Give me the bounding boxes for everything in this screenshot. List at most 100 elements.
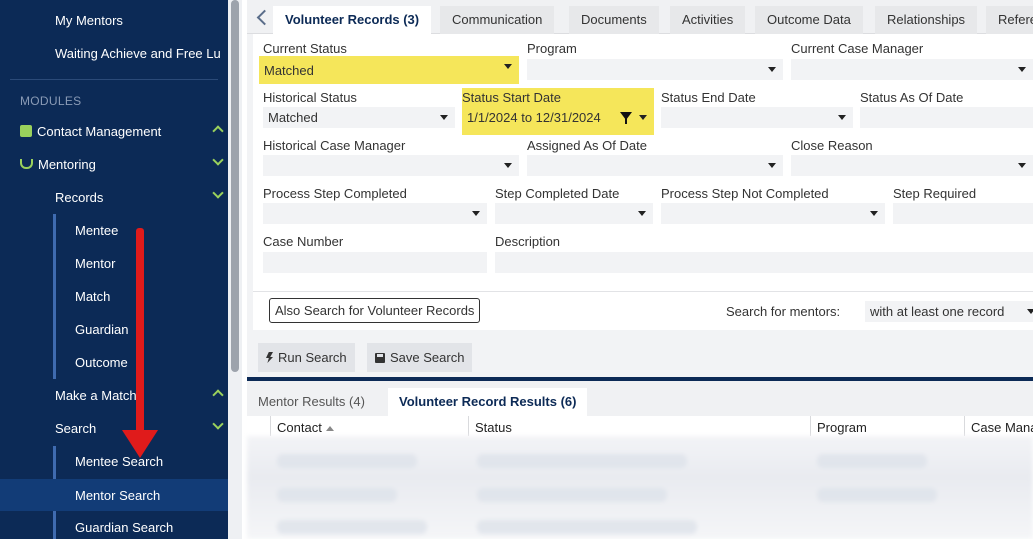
sidebar-item-label: Match <box>75 288 111 304</box>
sidebar-item-search[interactable]: Search <box>0 413 228 443</box>
description-input[interactable] <box>495 252 1033 273</box>
sidebar-item-mentee[interactable]: Mentee <box>0 215 228 245</box>
sidebar-divider <box>10 79 218 80</box>
case-number-label: Case Number <box>263 234 344 249</box>
tab-activities[interactable]: Activities <box>670 6 746 34</box>
status-start-date-label: Status Start Date <box>462 90 561 105</box>
column-header-program[interactable]: Program <box>810 416 964 436</box>
result-tabs: Mentor Results (4) Volunteer Record Resu… <box>247 381 1033 416</box>
sidebar-item-label: Contact Management <box>37 123 162 139</box>
historical-case-manager-label: Historical Case Manager <box>263 138 406 153</box>
sidebar-item-label: Guardian Search <box>75 519 174 535</box>
sidebar-item-records[interactable]: Records <box>0 182 228 212</box>
process-step-not-completed-select[interactable] <box>661 203 885 224</box>
search-for-mentors-select[interactable]: with at least one record <box>865 301 1033 322</box>
tab-communication[interactable]: Communication <box>440 6 555 34</box>
sidebar-item-mentor-search[interactable]: Mentor Search <box>0 479 228 511</box>
table-row <box>277 454 417 468</box>
sort-ascending-icon <box>325 426 334 432</box>
record-tabs: Volunteer Records (3) Communication Docu… <box>247 0 1033 34</box>
bolt-icon <box>266 352 273 363</box>
close-reason-select[interactable] <box>791 155 1033 176</box>
sidebar-item-label: Mentoring <box>38 156 96 172</box>
save-search-label: Save Search <box>390 350 465 365</box>
status-start-date-filter[interactable]: 1/1/2024 to 12/31/2024 <box>462 107 654 128</box>
sidebar: My Mentors Waiting Achieve and Free Lu M… <box>0 0 228 539</box>
run-search-button[interactable]: Run Search <box>258 343 355 372</box>
tab-mentor-results[interactable]: Mentor Results (4) <box>247 388 376 416</box>
process-step-completed-select[interactable] <box>263 203 487 224</box>
program-select[interactable] <box>527 59 783 80</box>
status-as-of-date-label: Status As Of Date <box>860 90 964 105</box>
tab-documents[interactable]: Documents <box>569 6 659 34</box>
historical-status-select[interactable]: Matched <box>263 107 455 128</box>
sidebar-item-outcome[interactable]: Outcome <box>0 347 228 377</box>
save-search-button[interactable]: Save Search <box>367 343 473 372</box>
table-row <box>277 488 397 502</box>
step-required-input[interactable] <box>893 203 1033 224</box>
sidebar-item-label: Guardian <box>75 321 129 337</box>
column-header-label: Program <box>817 420 867 435</box>
assigned-as-of-date-label: Assigned As Of Date <box>527 138 647 153</box>
column-header-case-manager[interactable]: Case Mana <box>964 416 1033 436</box>
chevron-up-icon <box>212 125 224 137</box>
current-status-label: Current Status <box>263 41 347 56</box>
sidebar-item-guardian[interactable]: Guardian <box>0 314 228 344</box>
historical-status-value: Matched <box>268 110 318 125</box>
annotation-arrow-head <box>122 430 158 458</box>
floppy-disk-icon <box>375 352 385 363</box>
column-header-contact[interactable]: Contact <box>270 416 468 436</box>
blurred-results-rows <box>247 436 1033 539</box>
process-step-not-completed-label: Process Step Not Completed <box>661 186 829 201</box>
sidebar-item-label: My Mentors <box>55 12 123 28</box>
tab-volunteer-records[interactable]: Volunteer Records (3) <box>273 6 432 34</box>
sidebar-scrollbar-thumb[interactable] <box>231 0 239 372</box>
step-completed-date-label: Step Completed Date <box>495 186 620 201</box>
sidebar-item-match[interactable]: Match <box>0 281 228 311</box>
program-label: Program <box>527 41 577 56</box>
sidebar-item-label: Mentee <box>75 222 119 238</box>
chevron-left-icon[interactable] <box>255 8 269 26</box>
results-table: Contact Status Program Case Mana <box>247 416 1033 539</box>
status-end-date-label: Status End Date <box>661 90 756 105</box>
sidebar-item-mentoring[interactable]: Mentoring <box>0 149 228 179</box>
step-completed-date-select[interactable] <box>495 203 653 224</box>
sidebar-item-mentee-search[interactable]: Mentee Search <box>0 446 228 476</box>
sidebar-item-waiting[interactable]: Waiting Achieve and Free Lu <box>0 38 228 68</box>
sidebar-item-contact-management[interactable]: Contact Management <box>0 116 228 146</box>
column-header-status[interactable]: Status <box>468 416 810 436</box>
sidebar-item-label: Make a Match <box>55 387 137 403</box>
tab-volunteer-record-results[interactable]: Volunteer Record Results (6) <box>388 388 588 416</box>
sidebar-item-make-a-match[interactable]: Make a Match <box>0 380 228 410</box>
main-content: Volunteer Records (3) Communication Docu… <box>247 0 1033 539</box>
sidebar-item-mentor[interactable]: Mentor <box>0 248 228 278</box>
process-step-completed-label: Process Step Completed <box>263 186 407 201</box>
status-as-of-date-input[interactable] <box>860 107 1033 128</box>
sidebar-item-my-mentors[interactable]: My Mentors <box>0 5 228 35</box>
sidebar-item-label: Search <box>55 420 97 436</box>
assigned-as-of-date-select[interactable] <box>527 155 783 176</box>
table-row <box>817 454 927 468</box>
chevron-down-icon <box>212 418 224 430</box>
current-case-manager-select[interactable] <box>791 59 1033 80</box>
sidebar-item-label: Mentor <box>75 255 116 271</box>
annotation-arrow-shaft <box>136 228 144 434</box>
historical-case-manager-select[interactable] <box>263 155 519 176</box>
tab-outcome-data[interactable]: Outcome Data <box>755 6 863 34</box>
status-end-date-select[interactable] <box>661 107 853 128</box>
tab-references[interactable]: Refere <box>986 6 1033 34</box>
chevron-down-icon <box>212 187 224 199</box>
panel-divider <box>253 291 1033 292</box>
column-header-label: Case Mana <box>971 420 1033 435</box>
also-search-volunteer-records-button[interactable]: Also Search for Volunteer Records <box>269 298 481 323</box>
column-header-label: Contact <box>277 420 322 435</box>
filter-icon[interactable] <box>620 112 632 124</box>
tab-relationships[interactable]: Relationships <box>875 6 978 34</box>
sidebar-item-label: Waiting Achieve and Free Lu <box>55 45 221 61</box>
sidebar-item-guardian-search[interactable]: Guardian Search <box>0 512 228 539</box>
modules-heading: MODULES <box>20 94 82 108</box>
case-number-input[interactable] <box>263 252 487 273</box>
current-status-select[interactable]: Matched <box>259 56 519 84</box>
historical-status-label: Historical Status <box>263 90 357 105</box>
chevron-up-icon <box>212 389 224 401</box>
